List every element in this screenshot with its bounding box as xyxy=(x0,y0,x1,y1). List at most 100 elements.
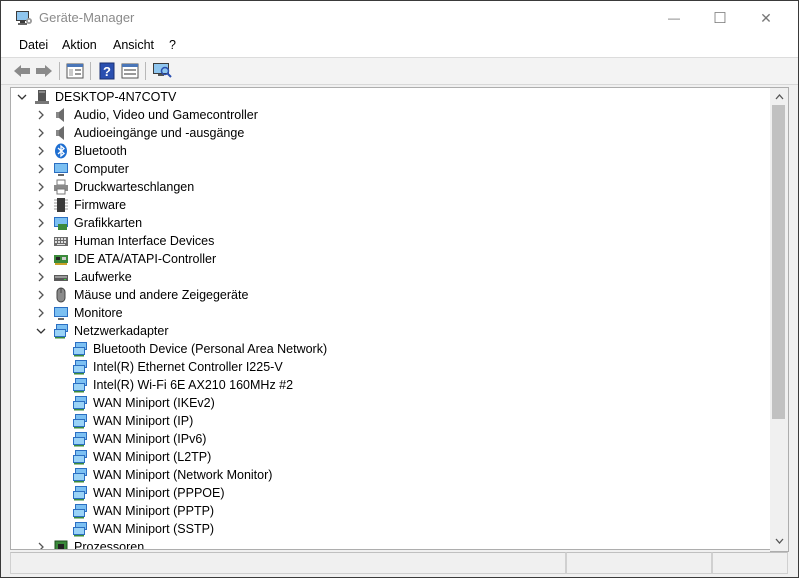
network-adapter-icon xyxy=(73,360,87,375)
bluetooth-icon xyxy=(55,143,67,159)
tree-category-graphics[interactable]: Grafikkarten xyxy=(11,214,771,232)
network-adapter-icon xyxy=(54,324,68,339)
menu-ansicht[interactable]: Ansicht xyxy=(113,38,154,52)
tree-category-label: IDE ATA/ATAPI-Controller xyxy=(74,252,217,266)
tree-category-label: Firmware xyxy=(74,198,127,212)
tree-device-item[interactable]: Intel(R) Ethernet Controller I225-V xyxy=(11,358,771,376)
console-tree-icon xyxy=(66,63,84,79)
chevron-down-icon[interactable] xyxy=(36,325,46,337)
back-button[interactable] xyxy=(12,61,32,81)
chip-icon xyxy=(54,198,68,212)
keyboard-icon xyxy=(54,237,68,246)
status-bar xyxy=(10,552,788,574)
tree-category-label: Laufwerke xyxy=(74,270,132,284)
tree-category-bluetooth[interactable]: Bluetooth xyxy=(11,142,771,160)
tree-device-item[interactable]: Intel(R) Wi-Fi 6E AX210 160MHz #2 xyxy=(11,376,771,394)
network-adapter-icon xyxy=(73,504,87,519)
tree-category-drives[interactable]: Laufwerke xyxy=(11,268,771,286)
menu-datei[interactable]: Datei xyxy=(19,38,48,52)
tree-category-network-adapters[interactable]: Netzwerkadapter xyxy=(11,322,771,340)
chevron-right-icon[interactable] xyxy=(36,217,46,229)
monitor-icon xyxy=(54,307,68,320)
tree-category-computer[interactable]: Computer xyxy=(11,160,771,178)
vertical-scrollbar[interactable] xyxy=(770,87,789,552)
minimize-button[interactable]: — xyxy=(651,1,697,35)
show-hide-console-tree-button[interactable] xyxy=(65,61,85,81)
chevron-right-icon[interactable] xyxy=(36,541,46,550)
mouse-icon xyxy=(56,287,66,303)
speaker-icon xyxy=(56,126,64,140)
scroll-up-button[interactable] xyxy=(770,89,788,105)
help-button[interactable]: ? xyxy=(97,61,117,81)
chevron-right-icon[interactable] xyxy=(36,127,46,139)
computer-icon xyxy=(54,163,68,176)
chevron-right-icon[interactable] xyxy=(36,145,46,157)
properties-button[interactable] xyxy=(120,61,140,81)
network-adapter-icon xyxy=(73,468,87,483)
menu-help[interactable]: ? xyxy=(169,38,176,52)
chevron-down-icon xyxy=(775,538,783,544)
tree-device-item[interactable]: WAN Miniport (IP) xyxy=(11,412,771,430)
menu-aktion[interactable]: Aktion xyxy=(62,38,97,52)
tree-category-label: Monitore xyxy=(74,306,123,320)
forward-button[interactable] xyxy=(34,61,54,81)
close-button[interactable]: ✕ xyxy=(743,1,789,35)
tree-category-audio-video[interactable]: Audio, Video und Gamecontroller xyxy=(11,106,771,124)
menu-bar: Datei Aktion Ansicht ? xyxy=(1,35,798,58)
toolbar-separator xyxy=(90,62,91,80)
tree-device-item[interactable]: Bluetooth Device (Personal Area Network) xyxy=(11,340,771,358)
forward-arrow-icon xyxy=(36,65,52,77)
tree-category-label: Mäuse und andere Zeigegeräte xyxy=(74,288,249,302)
network-adapter-icon xyxy=(73,432,87,447)
tree-category-firmware[interactable]: Firmware xyxy=(11,196,771,214)
chevron-right-icon[interactable] xyxy=(36,163,46,175)
tree-category-audio-io[interactable]: Audioeingänge und -ausgänge xyxy=(11,124,771,142)
tree-category-ide-ata[interactable]: IDE ATA/ATAPI-Controller xyxy=(11,250,771,268)
chevron-right-icon[interactable] xyxy=(36,199,46,211)
window-title: Geräte-Manager xyxy=(39,10,135,25)
tree-device-item[interactable]: WAN Miniport (PPPOE) xyxy=(11,484,771,502)
tree-device-label: WAN Miniport (SSTP) xyxy=(93,522,215,536)
tree-category-label: Audioeingänge und -ausgänge xyxy=(74,126,245,140)
chevron-right-icon[interactable] xyxy=(36,253,46,265)
tree-category-label: Netzwerkadapter xyxy=(74,324,169,338)
tree-category-mice[interactable]: Mäuse und andere Zeigegeräte xyxy=(11,286,771,304)
maximize-icon: ☐ xyxy=(713,10,727,27)
scrollbar-thumb[interactable] xyxy=(772,105,785,419)
tree-device-label: WAN Miniport (L2TP) xyxy=(93,450,212,464)
tree-category-hid[interactable]: Human Interface Devices xyxy=(11,232,771,250)
tree-device-item[interactable]: WAN Miniport (L2TP) xyxy=(11,448,771,466)
chevron-right-icon[interactable] xyxy=(36,109,46,121)
tree-device-item[interactable]: WAN Miniport (IKEv2) xyxy=(11,394,771,412)
tree-device-label: WAN Miniport (IP) xyxy=(93,414,194,428)
status-pane xyxy=(566,552,712,574)
chevron-right-icon[interactable] xyxy=(36,181,46,193)
tree-category-monitors[interactable]: Monitore xyxy=(11,304,771,322)
tree-device-item[interactable]: WAN Miniport (IPv6) xyxy=(11,430,771,448)
minimize-icon: — xyxy=(668,11,680,25)
device-tree[interactable]: DESKTOP-4N7COTV Audio, Video und Gamecon… xyxy=(10,87,771,550)
tree-device-item[interactable]: WAN Miniport (PPTP) xyxy=(11,502,771,520)
maximize-button[interactable]: ☐ xyxy=(697,1,743,35)
computer-tower-icon xyxy=(35,90,49,104)
toolbar-separator xyxy=(59,62,60,80)
tree-category-label: Bluetooth xyxy=(74,144,127,158)
chevron-down-icon[interactable] xyxy=(17,91,27,103)
chevron-right-icon[interactable] xyxy=(36,307,46,319)
tree-device-label: WAN Miniport (IPv6) xyxy=(93,432,207,446)
tree-category-processors[interactable]: Prozessoren xyxy=(11,538,771,550)
chevron-right-icon[interactable] xyxy=(36,289,46,301)
tree-device-item[interactable]: WAN Miniport (Network Monitor) xyxy=(11,466,771,484)
scroll-down-button[interactable] xyxy=(770,533,788,549)
title-bar[interactable]: Geräte-Manager — ☐ ✕ xyxy=(1,1,798,35)
tree-root-node[interactable]: DESKTOP-4N7COTV xyxy=(11,88,771,106)
tree-device-item[interactable]: WAN Miniport (SSTP) xyxy=(11,520,771,538)
tree-category-print-queues[interactable]: Druckwarteschlangen xyxy=(11,178,771,196)
chevron-right-icon[interactable] xyxy=(36,271,46,283)
tree-category-label: Prozessoren xyxy=(74,540,145,550)
network-adapter-icon xyxy=(73,522,87,537)
toolbar: ? xyxy=(1,58,798,85)
scan-hardware-button[interactable] xyxy=(152,61,172,81)
chevron-right-icon[interactable] xyxy=(36,235,46,247)
scan-hardware-icon xyxy=(153,63,172,78)
